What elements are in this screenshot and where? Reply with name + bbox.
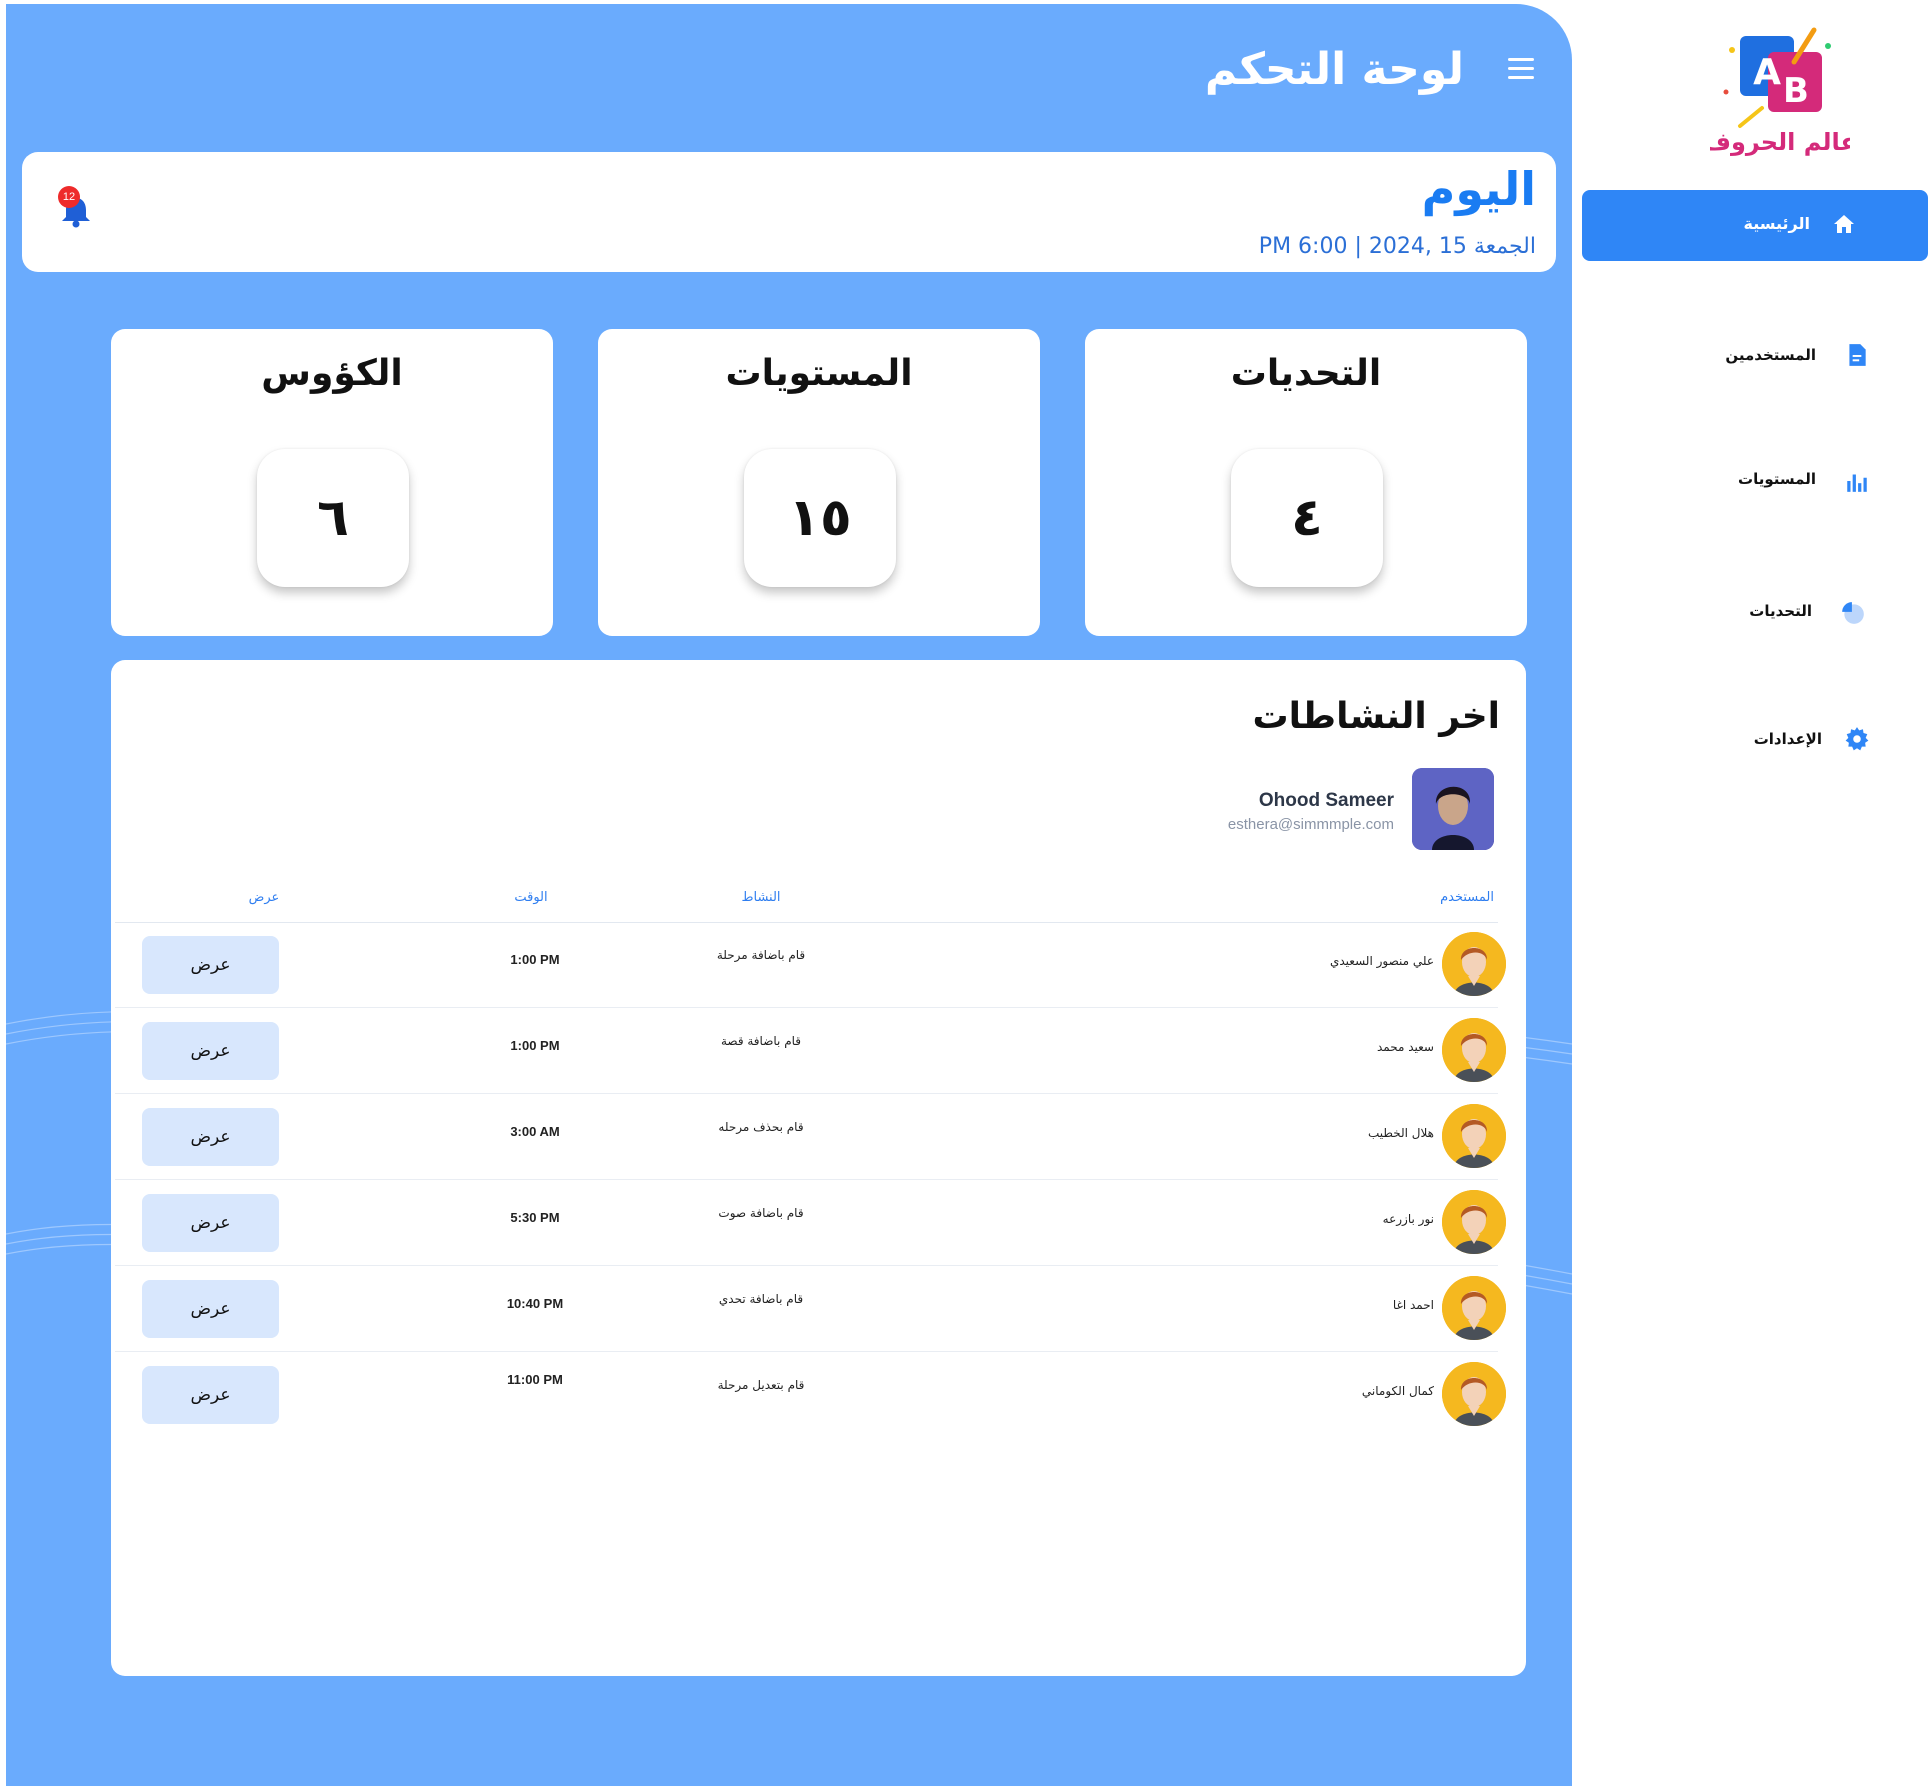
activity-text: قام باضافة صوت [718, 1206, 804, 1220]
main-panel: لوحة التحكم 12 اليوم الجمعة 15 ,2024 | 6… [6, 4, 1572, 1786]
column-header-time: الوقت [514, 890, 548, 905]
stat-value: ٤ [1231, 449, 1383, 587]
stat-card-trophies: الكؤوس ٦ [111, 329, 553, 636]
table-row: سعيد محمد قام باضافة قصة 1:00 PM عرض [111, 1008, 1526, 1094]
activity-time: 11:00 PM [507, 1372, 563, 1387]
activity-text: قام بحذف مرحله [718, 1120, 804, 1134]
user-avatar [1442, 932, 1506, 996]
activity-time: 10:40 PM [506, 1296, 564, 1311]
sidebar-item-users[interactable]: المستخدمين [1582, 334, 1928, 378]
sidebar-item-label: المستويات [1738, 470, 1816, 488]
today-title: اليوم [1421, 162, 1536, 216]
table-row: علي منصور السعيدي قام باضافة مرحلة 1:00 … [111, 922, 1526, 1008]
stat-value: ١٥ [744, 449, 896, 587]
activity-text: قام بتعديل مرحلة [717, 1378, 805, 1392]
brand-logo[interactable]: A B عالم الحروف [1703, 22, 1857, 162]
table-row: نور بازرعه قام باضافة صوت 5:30 PM عرض [111, 1180, 1526, 1266]
view-button[interactable]: عرض [142, 1366, 279, 1424]
menu-icon[interactable] [1508, 58, 1534, 80]
user-name: سعيد محمد [1377, 1040, 1434, 1054]
stat-title: التحديات [1230, 353, 1382, 394]
table-row: كمال الكوماني قام بتعديل مرحلة 11:00 PM … [111, 1352, 1526, 1438]
user-avatar [1442, 1276, 1506, 1340]
sidebar-item-label: التحديات [1749, 602, 1812, 620]
view-button[interactable]: عرض [142, 1108, 279, 1166]
sidebar-item-levels[interactable]: المستويات [1582, 458, 1928, 502]
user-avatar [1442, 1018, 1506, 1082]
notification-badge: 12 [58, 186, 80, 208]
today-card: 12 اليوم الجمعة 15 ,2024 | 6:00 PM [22, 152, 1556, 272]
sidebar-item-label: الرئيسية [1743, 214, 1811, 233]
today-date: الجمعة 15 ,2024 | 6:00 PM [1258, 234, 1536, 259]
activity-time: 1:00 PM [510, 952, 560, 967]
user-avatar [1442, 1362, 1506, 1426]
sidebar-item-home[interactable]: الرئيسية [1582, 190, 1928, 261]
activity-time: 5:30 PM [510, 1210, 560, 1225]
profile-name: Ohood Sameer [1258, 790, 1394, 811]
sidebar-item-challenges[interactable]: التحديات [1582, 590, 1928, 634]
stat-title: المستويات [725, 353, 913, 394]
activities-card: اخر النشاطات Ohood Sameer esthera@simmmp… [111, 660, 1526, 1676]
activity-text: قام باضافة تحدي [718, 1292, 804, 1306]
activities-title: اخر النشاطات [1252, 696, 1500, 737]
user-name: علي منصور السعيدي [1329, 954, 1434, 968]
table-row: هلال الخطيب قام بحذف مرحله 3:00 AM عرض [111, 1094, 1526, 1180]
brand-name: عالم الحروف [1710, 128, 1850, 156]
stat-card-levels: المستويات ١٥ [598, 329, 1040, 636]
profile-photo [1412, 768, 1494, 850]
brand-letter-b: B [1783, 71, 1809, 111]
stat-value: ٦ [257, 449, 409, 587]
user-avatar [1442, 1190, 1506, 1254]
gear-icon [1845, 727, 1869, 751]
bar-chart-icon [1847, 474, 1867, 492]
sidebar-item-settings[interactable]: الإعدادات [1582, 718, 1928, 762]
user-name: احمد اغا [1392, 1298, 1434, 1312]
profile-email: esthera@simmmple.com [1227, 816, 1394, 833]
notification-bell-icon[interactable]: 12 [58, 186, 94, 228]
brand-letter-a: A [1753, 52, 1781, 93]
view-button[interactable]: عرض [142, 1280, 279, 1338]
column-header-view: عرض [248, 890, 280, 905]
sidebar-item-label: المستخدمين [1725, 346, 1816, 364]
user-name: نور بازرعه [1382, 1212, 1434, 1226]
activity-time: 3:00 AM [510, 1124, 560, 1139]
pie-chart-icon [1842, 602, 1864, 624]
user-name: هلال الخطيب [1367, 1126, 1434, 1140]
user-name: كمال الكوماني [1361, 1384, 1434, 1398]
view-button[interactable]: عرض [142, 1194, 279, 1252]
activity-text: قام باضافة قصة [720, 1034, 802, 1048]
user-avatar [1442, 1104, 1506, 1168]
home-icon [1834, 215, 1854, 233]
view-button[interactable]: عرض [142, 1022, 279, 1080]
activity-time: 1:00 PM [510, 1038, 560, 1053]
page-title: لوحة التحكم [1204, 44, 1464, 95]
column-header-activity: النشاط [741, 890, 781, 905]
stat-card-challenges: التحديات ٤ [1085, 329, 1527, 636]
activity-text: قام باضافة مرحلة [716, 948, 806, 962]
view-button[interactable]: عرض [142, 936, 279, 994]
column-header-user: المستخدم [1440, 890, 1494, 905]
sidebar-item-label: الإعدادات [1753, 730, 1822, 748]
table-row: احمد اغا قام باضافة تحدي 10:40 PM عرض [111, 1266, 1526, 1352]
document-icon [1849, 344, 1866, 366]
stat-title: الكؤوس [261, 353, 403, 394]
